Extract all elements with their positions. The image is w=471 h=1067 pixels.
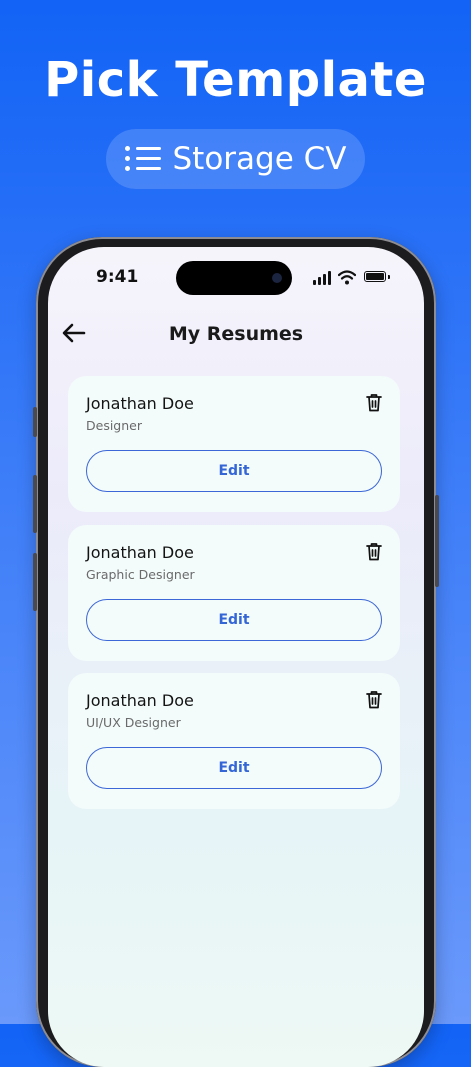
edit-button[interactable]: Edit	[86, 747, 382, 789]
resume-name: Jonathan Doe	[86, 691, 194, 710]
trash-icon[interactable]	[366, 542, 382, 561]
resume-role: Designer	[86, 418, 142, 433]
list-icon	[124, 146, 161, 172]
top-bar: My Resumes	[48, 309, 424, 359]
dynamic-island	[176, 261, 292, 295]
status-time: 9:41	[96, 267, 139, 287]
resume-card: Jonathan Doe Graphic Designer Edit	[68, 525, 400, 661]
storage-cv-badge: Storage CV	[106, 129, 365, 189]
phone-frame: 9:41 My Resumes Jonathan Doe Designer Ed…	[33, 237, 439, 1067]
camera-icon	[272, 273, 282, 283]
mute-switch	[33, 407, 37, 437]
status-bar: 9:41	[48, 247, 424, 307]
battery-tip	[388, 275, 390, 279]
volume-down-button	[33, 553, 37, 611]
resume-name: Jonathan Doe	[86, 543, 194, 562]
resume-role: UI/UX Designer	[86, 715, 181, 730]
wifi-icon	[338, 270, 356, 285]
resume-name: Jonathan Doe	[86, 394, 194, 413]
headline: Pick Template	[44, 52, 427, 108]
trash-icon[interactable]	[366, 690, 382, 709]
badge-label: Storage CV	[172, 141, 347, 177]
resume-card: Jonathan Doe Designer Edit	[68, 376, 400, 512]
edit-button[interactable]: Edit	[86, 450, 382, 492]
battery-icon	[364, 271, 386, 282]
power-button	[435, 495, 439, 587]
page-title: My Resumes	[168, 323, 304, 345]
edit-button[interactable]: Edit	[86, 599, 382, 641]
app-screen: 9:41 My Resumes Jonathan Doe Designer Ed…	[48, 247, 424, 1067]
signal-icon	[313, 271, 333, 285]
resume-role: Graphic Designer	[86, 567, 195, 582]
trash-icon[interactable]	[366, 393, 382, 412]
resume-card: Jonathan Doe UI/UX Designer Edit	[68, 673, 400, 809]
volume-up-button	[33, 475, 37, 533]
